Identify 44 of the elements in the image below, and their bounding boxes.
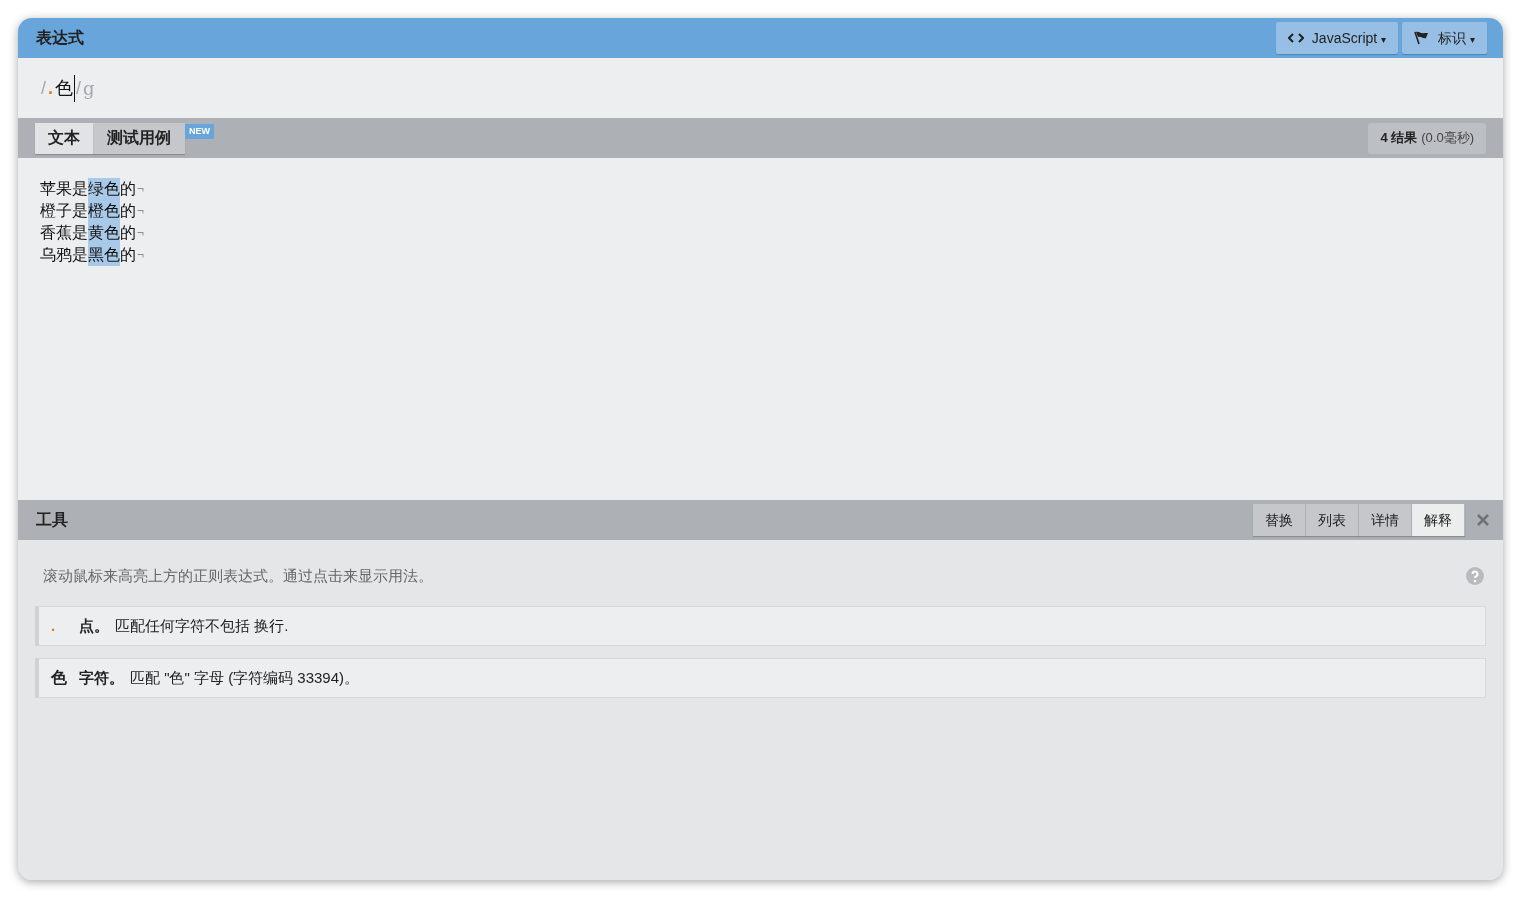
- text-tab[interactable]: 文本: [35, 122, 94, 154]
- text-line: 的: [120, 223, 136, 243]
- text-line: 橙子是: [40, 201, 88, 221]
- text-line: 苹果是: [40, 179, 88, 199]
- text-tab[interactable]: 测试用例: [94, 122, 185, 154]
- flags-button[interactable]: 标识 ▾: [1402, 22, 1487, 54]
- explanation-item[interactable]: 色 字符。 匹配 "色" 字母 (字符编码 33394)。: [35, 658, 1486, 698]
- code-icon: [1287, 33, 1304, 43]
- flag-icon: [1414, 31, 1431, 45]
- text-line: 的: [120, 201, 136, 221]
- close-icon[interactable]: [1477, 514, 1489, 526]
- help-icon[interactable]: [1466, 567, 1484, 585]
- tools-title: 工具: [36, 510, 68, 530]
- line-end-mark: ¬: [137, 203, 144, 220]
- text-line: 香蕉是: [40, 223, 88, 243]
- line-end-mark: ¬: [137, 225, 144, 242]
- match-highlight: 黄色: [88, 222, 120, 244]
- match-highlight: 绿色: [88, 178, 120, 200]
- expression-field[interactable]: /.色 /g: [40, 74, 96, 102]
- language-button[interactable]: JavaScript ▾: [1275, 22, 1399, 54]
- tool-tab[interactable]: 列表: [1306, 504, 1359, 536]
- hint-text: 滚动鼠标来高亮上方的正则表达式。通过点击来显示用法。: [43, 565, 433, 586]
- match-highlight: 黑色: [88, 244, 120, 266]
- token-symbol: 色: [51, 668, 68, 688]
- token-symbol: .: [51, 615, 57, 636]
- text-line: 的: [120, 245, 136, 265]
- token-name: 字符。: [79, 667, 124, 688]
- tool-tab[interactable]: 替换: [1253, 504, 1306, 536]
- token-description: 匹配 "色" 字母 (字符编码 33394)。: [130, 667, 360, 688]
- line-end-mark: ¬: [137, 247, 144, 264]
- token-name: 点。: [79, 615, 109, 636]
- tool-tab[interactable]: 解释: [1412, 504, 1465, 536]
- match-time: (0.0毫秒): [1421, 129, 1474, 148]
- explanation-item[interactable]: . 点。 匹配任何字符不包括 换行.: [35, 606, 1486, 646]
- match-highlight: 橙色: [88, 200, 120, 222]
- test-text-area[interactable]: 苹果是绿色的¬ 橙子是橙色的¬ 香蕉是黄色的¬ 乌鸦是黑色的¬: [18, 158, 1503, 500]
- match-count: 4 结果: [1380, 129, 1418, 148]
- new-badge: NEW: [185, 123, 214, 139]
- line-end-mark: ¬: [137, 181, 144, 198]
- text-line: 乌鸦是: [40, 245, 88, 265]
- token-description: 匹配任何字符不包括 换行.: [115, 615, 289, 636]
- window-title: 表达式: [36, 28, 84, 48]
- tool-tab[interactable]: 详情: [1359, 504, 1412, 536]
- text-line: 的: [120, 179, 136, 199]
